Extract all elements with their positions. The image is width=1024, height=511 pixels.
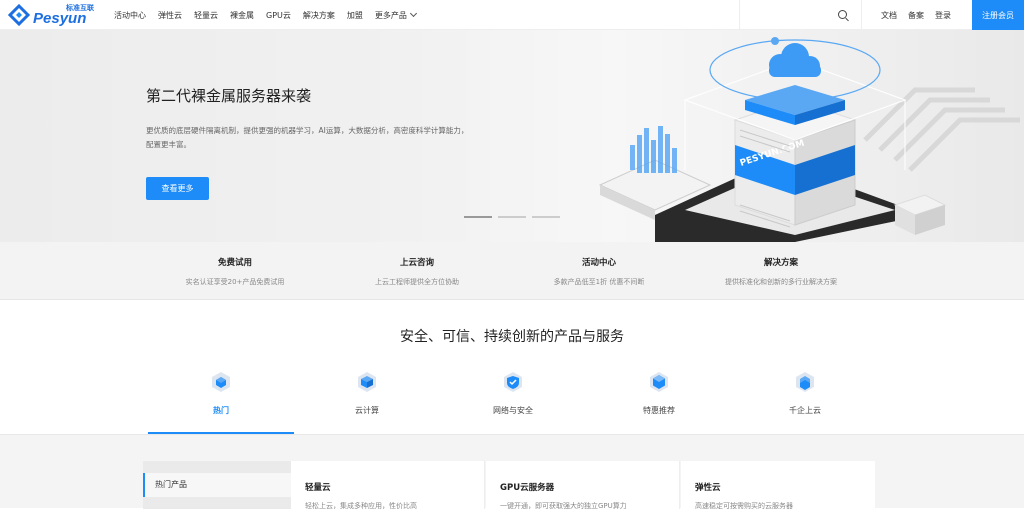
enterprise-cube-icon: [796, 372, 814, 392]
server-illustration: PESYUN.COM: [598, 37, 1020, 242]
product-card-desc: 一键开通，即可获取强大的独立GPU算力: [500, 502, 627, 510]
tab-label: 千企上云: [789, 406, 821, 415]
menu-item-light-cloud[interactable]: 轻量云: [194, 10, 218, 21]
product-card-desc: 轻松上云，集成多种应用，性价比高: [305, 502, 417, 510]
more-products-label: 更多产品: [374, 10, 407, 20]
product-card-gpu-server[interactable]: GPU云服务器 一键开通，即可获取强大的独立GPU算力: [486, 461, 680, 510]
carousel-dot[interactable]: [532, 216, 560, 218]
quick-entry-bar: 免费试用 实名认证享受20+产品免费试用 上云咨询 上云工程师提供全方位协助 活…: [0, 242, 1024, 300]
cloud-server-icon: [358, 372, 376, 392]
product-panel: 热门产品 轻量云 轻松上云，集成多种应用，性价比高 GPU云服务器 一键开通，即…: [0, 434, 1024, 510]
quick-entry-consult[interactable]: 上云咨询 上云工程师提供全方位协助: [327, 256, 507, 287]
tab-label: 特惠推荐: [643, 406, 675, 415]
tab-hot[interactable]: 热门: [148, 362, 294, 434]
menu-item-join[interactable]: 加盟: [347, 10, 363, 21]
tab-network-security[interactable]: 网络与安全: [440, 362, 586, 434]
icp-link[interactable]: 备案: [908, 10, 924, 21]
pesyun-logo-icon: [7, 3, 31, 27]
carousel-dot[interactable]: [498, 216, 526, 218]
product-tabs: 热门 云计算 网络与安全 特惠推荐 千企上云: [148, 362, 878, 434]
quick-entry-solutions[interactable]: 解决方案 提供标准化和创新的多行业解决方案: [691, 256, 871, 287]
quick-entry-subtitle: 上云工程师提供全方位协助: [375, 278, 459, 286]
login-link[interactable]: 登录: [935, 10, 951, 21]
tab-enterprise-cloud[interactable]: 千企上云: [732, 362, 878, 434]
carousel-indicators: [464, 216, 566, 218]
menu-item-more-products[interactable]: 更多产品: [374, 9, 417, 21]
tab-special-offers[interactable]: 特惠推荐: [586, 362, 732, 434]
tab-label: 网络与安全: [493, 406, 533, 415]
chevron-down-icon: [409, 9, 417, 17]
shield-network-icon: [504, 372, 522, 392]
product-card-light-cloud[interactable]: 轻量云 轻松上云，集成多种应用，性价比高: [291, 461, 485, 510]
quick-entry-title: 上云咨询: [399, 258, 434, 268]
quick-entry-title: 活动中心: [581, 258, 616, 268]
main-menu: 活动中心 弹性云 轻量云 裸金属 GPU云 解决方案 加盟 更多产品: [114, 0, 428, 30]
section-title: 安全、可信、持续创新的产品与服务: [400, 329, 624, 345]
quick-entry-subtitle: 实名认证享受20+产品免费试用: [185, 278, 285, 286]
cube-icon: [212, 372, 230, 392]
quick-entry-title: 解决方案: [763, 258, 798, 268]
quick-entry-subtitle: 多款产品低至1折 优惠不间断: [553, 278, 645, 286]
nav-right-links: 文档 备案 登录: [881, 0, 962, 30]
quick-entry-subtitle: 提供标准化和创新的多行业解决方案: [725, 278, 837, 286]
hero-description: 更优质的底层硬件隔离机制，提供更强的机器学习，AI运算，大数据分析，高密度科学计…: [146, 126, 469, 149]
logo[interactable]: Pesyun 标准互联: [7, 3, 94, 27]
menu-item-solutions[interactable]: 解决方案: [303, 10, 335, 21]
menu-item-elastic-cloud[interactable]: 弹性云: [158, 10, 182, 21]
sidebar-item-hot-products[interactable]: 热门产品: [143, 473, 291, 497]
menu-item-bare-metal[interactable]: 裸金属: [230, 10, 254, 21]
search-icon[interactable]: [838, 10, 847, 19]
quick-entry-free-trial[interactable]: 免费试用 实名认证享受20+产品免费试用: [145, 256, 325, 287]
tab-label: 云计算: [355, 406, 379, 415]
product-card-title: GPU云服务器: [500, 483, 555, 493]
menu-item-activity[interactable]: 活动中心: [114, 10, 146, 21]
hero-banner: 第二代裸金属服务器来袭 更优质的底层硬件隔离机制，提供更强的机器学习，AI运算，…: [0, 30, 1024, 242]
quick-entry-title: 免费试用: [217, 258, 252, 268]
gift-box-icon: [650, 372, 668, 392]
nav-divider: [861, 0, 862, 30]
hero-title: 第二代裸金属服务器来袭: [146, 87, 312, 105]
nav-divider: [739, 0, 740, 30]
tab-cloud-computing[interactable]: 云计算: [294, 362, 440, 434]
tab-label: 热门: [213, 406, 229, 415]
menu-item-gpu-cloud[interactable]: GPU云: [266, 10, 291, 21]
quick-entry-activity[interactable]: 活动中心 多款产品低至1折 优惠不间断: [509, 256, 689, 287]
product-card-desc: 高速稳定可按需购买的云服务器: [695, 502, 793, 510]
product-card-elastic-cloud[interactable]: 弹性云 高速稳定可按需购买的云服务器: [681, 461, 875, 510]
product-card-title: 弹性云: [695, 483, 721, 493]
logo-subtitle: 标准互联: [66, 4, 94, 12]
register-button[interactable]: 注册会员: [972, 0, 1024, 30]
product-sidebar: 热门产品: [143, 461, 291, 509]
product-card-title: 轻量云: [305, 483, 331, 493]
top-nav: Pesyun 标准互联 活动中心 弹性云 轻量云 裸金属 GPU云 解决方案 加…: [0, 0, 1024, 30]
view-more-button[interactable]: 查看更多: [146, 177, 209, 200]
carousel-dot[interactable]: [464, 216, 492, 218]
docs-link[interactable]: 文档: [881, 10, 897, 21]
